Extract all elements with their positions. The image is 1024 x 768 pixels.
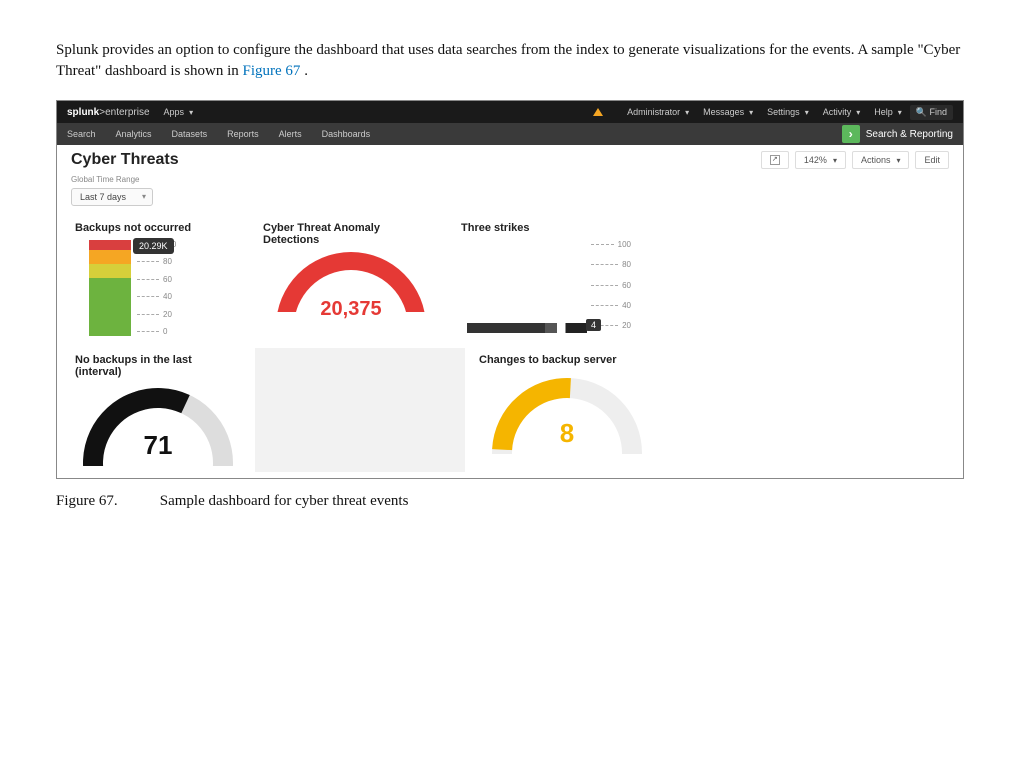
body-text-post: . (300, 63, 308, 79)
settings-menu[interactable]: Settings (767, 107, 809, 117)
gauge-value: 71 (83, 430, 233, 461)
messages-menu[interactable]: Messages (703, 107, 753, 117)
caption-label: Figure 67. (56, 493, 156, 510)
gauge-chart-yellow: 8 (492, 372, 642, 454)
tick-label: 0 (163, 327, 167, 336)
edit-button[interactable]: Edit (915, 151, 949, 169)
panel-title: Three strikes (461, 222, 637, 234)
activity-menu[interactable]: Activity (823, 107, 861, 117)
nav-datasets[interactable]: Datasets (172, 129, 208, 139)
figure-reference-link[interactable]: Figure 67 (243, 63, 301, 79)
panel-three-strikes: Three strikes 100 80 60 40 20 4 (453, 216, 645, 342)
panel-title: Backups not occurred (75, 222, 241, 234)
gauge-chart-red: 20,375 (276, 252, 426, 332)
gauge-value: 20,375 (276, 298, 426, 321)
dashboard-titlebar: Cyber Threats 142% Actions Edit (57, 145, 963, 171)
filter-bar: Global Time Range Last 7 days (57, 171, 963, 216)
app-nav: Search Analytics Datasets Reports Alerts… (57, 123, 963, 145)
tick-label: 40 (163, 292, 172, 301)
actions-menu[interactable]: Actions (852, 151, 910, 169)
panel-no-backups-interval: No backups in the last (interval) 71 (67, 348, 249, 472)
apps-menu[interactable]: Apps (164, 107, 194, 117)
y-axis: 100 80 60 40 20 0 (131, 240, 241, 336)
body-text-pre: Splunk provides an option to configure t… (56, 42, 960, 79)
time-range-label: Global Time Range (71, 175, 949, 184)
zoom-select[interactable]: 142% (795, 151, 846, 169)
tick-label: 40 (622, 301, 631, 310)
horizontal-bar: 4 (467, 323, 587, 333)
panel-empty (255, 348, 465, 472)
caption-text: Sample dashboard for cyber threat events (160, 493, 409, 509)
three-strikes-chart: 100 80 60 40 20 4 (461, 240, 637, 336)
tick-label: 80 (622, 260, 631, 269)
y-axis: 100 80 60 40 20 (591, 240, 631, 330)
dashboard-title: Cyber Threats (71, 151, 755, 169)
panel-title: No backups in the last (interval) (75, 354, 241, 378)
panel-changes-backup-server: Changes to backup server 8 (471, 348, 663, 472)
panel-backups-not-occurred: Backups not occurred 20.29K 100 80 60 40 (67, 216, 249, 342)
panel-row-1: Backups not occurred 20.29K 100 80 60 40 (57, 216, 963, 348)
nav-reports[interactable]: Reports (227, 129, 259, 139)
gauge-value: 8 (492, 418, 642, 449)
tick-label: 60 (163, 275, 172, 284)
panel-title: Changes to backup server (479, 354, 655, 366)
expand-icon (770, 155, 780, 165)
tick-label: 100 (618, 240, 631, 249)
nav-dashboards[interactable]: Dashboards (322, 129, 371, 139)
time-range-select[interactable]: Last 7 days (71, 188, 153, 206)
stacked-bar-chart: 20.29K 100 80 60 40 20 0 (75, 240, 241, 336)
bar-tooltip: 20.29K (133, 238, 174, 254)
tick-label: 80 (163, 257, 172, 266)
bar-segment-green (89, 278, 131, 336)
tick-label: 60 (622, 281, 631, 290)
splunk-topbar: splunk>enterprise Apps Administrator Mes… (57, 101, 963, 123)
app-icon: › (842, 125, 860, 143)
help-menu[interactable]: Help (874, 107, 902, 117)
brand-logo: splunk>enterprise (67, 107, 150, 118)
administrator-menu[interactable]: Administrator (627, 107, 689, 117)
tick-label: 20 (622, 321, 631, 330)
bar-segment-yellow (89, 264, 131, 278)
app-label: Search & Reporting (866, 129, 953, 140)
figure-screenshot: splunk>enterprise Apps Administrator Mes… (56, 100, 964, 479)
bar-segment-orange (89, 250, 131, 264)
warning-icon[interactable] (593, 108, 603, 116)
nav-analytics[interactable]: Analytics (116, 129, 152, 139)
figure-caption: Figure 67. Sample dashboard for cyber th… (56, 493, 968, 510)
body-paragraph: Splunk provides an option to configure t… (56, 40, 968, 82)
panel-anomaly-detections: Cyber Threat Anomaly Detections 20,375 (255, 216, 447, 342)
gauge-chart-black: 71 (83, 384, 233, 466)
bar-segment-red (89, 240, 131, 250)
panel-row-2: No backups in the last (interval) 71 Cha… (57, 348, 963, 478)
nav-alerts[interactable]: Alerts (279, 129, 302, 139)
bar-value: 4 (586, 319, 601, 331)
fullscreen-button[interactable] (761, 151, 789, 169)
nav-search[interactable]: Search (67, 129, 96, 139)
panel-title: Cyber Threat Anomaly Detections (263, 222, 439, 246)
find-input[interactable]: 🔍 Find (910, 105, 953, 120)
bar-column: 20.29K (89, 240, 131, 336)
tick-label: 20 (163, 310, 172, 319)
